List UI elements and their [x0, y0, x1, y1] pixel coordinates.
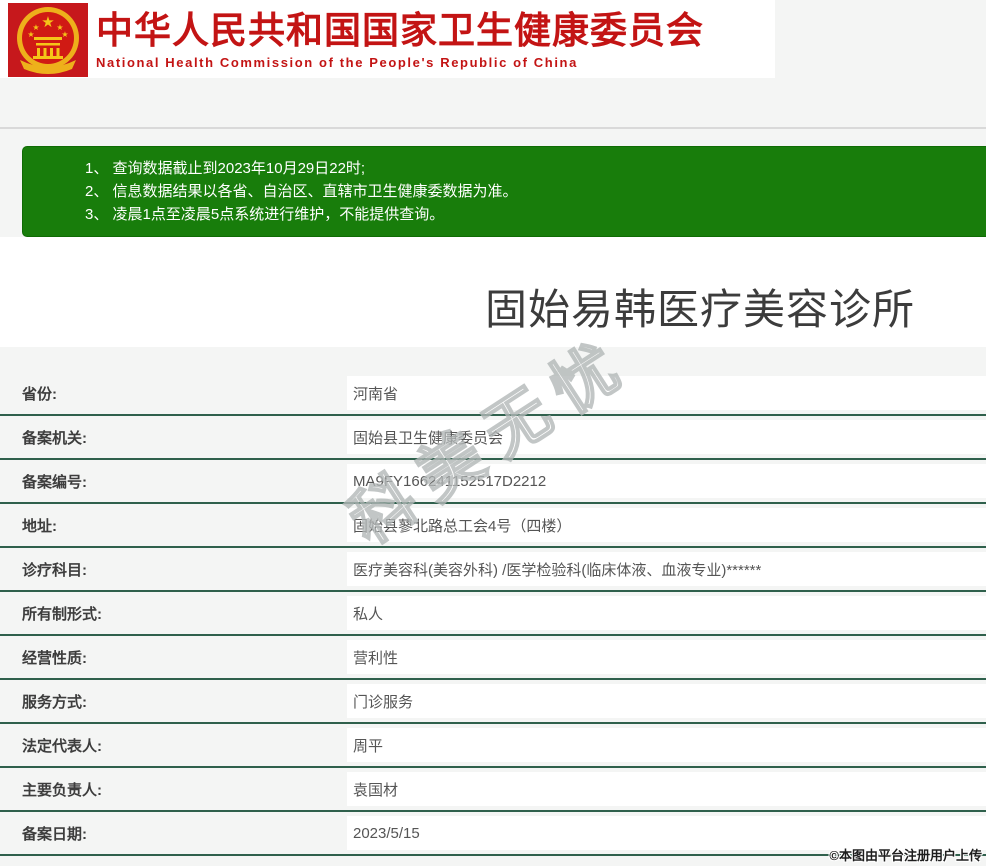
- site-title-cn: 中华人民共和国国家卫生健康委员会: [96, 10, 704, 51]
- header-bar: ★ ★ ★ ★ ★ 中华人民共和国国家卫生健康委员会 National Heal…: [0, 0, 775, 78]
- field-value: 营利性: [347, 640, 986, 674]
- field-label: 诊疗科目:: [22, 561, 87, 579]
- table-row: 省份: 河南省: [0, 372, 986, 416]
- china-national-emblem-icon: ★ ★ ★ ★ ★: [8, 3, 88, 77]
- header-divider: [0, 127, 986, 129]
- svg-text:★: ★: [41, 14, 54, 31]
- site-title-en: National Health Commission of the People…: [96, 55, 578, 70]
- record-title: 固始易韩医疗美容诊所: [484, 286, 915, 333]
- notice-box: 1、 查询数据截止到2023年10月29日22时; 2、 信息数据结果以各省、自…: [22, 146, 986, 237]
- field-value-cell: MA9FY166241152517D2212: [347, 460, 986, 502]
- field-value: 河南省: [347, 376, 986, 410]
- record-table: 省份: 河南省备案机关: 固始县卫生健康委员会备案编号: MA9FY166241152…: [0, 347, 986, 866]
- field-value-cell: 周平: [347, 724, 986, 766]
- notice-line-2: 2、 信息数据结果以各省、自治区、直辖市卫生健康委数据为准。: [85, 183, 518, 200]
- table-row: 主要负责人: 袁国材: [0, 768, 986, 812]
- field-value-cell: 河南省: [347, 372, 986, 414]
- field-value-cell: 袁国材: [347, 768, 986, 810]
- field-label: 省份:: [22, 385, 57, 403]
- table-row: 经营性质: 营利性: [0, 636, 986, 680]
- field-label: 经营性质:: [22, 649, 87, 667]
- table-row: 法定代表人: 周平: [0, 724, 986, 768]
- field-value-cell: 医疗美容科(美容外科) /医学检验科(临床体液、血液专业)******: [347, 548, 986, 590]
- header-titles: 中华人民共和国国家卫生健康委员会 National Health Commiss…: [96, 8, 704, 70]
- field-value: 门诊服务: [347, 684, 986, 718]
- field-label: 备案编号:: [22, 473, 87, 491]
- table-row: 备案编号: MA9FY166241152517D2212: [0, 460, 986, 504]
- table-row: 备案机关: 固始县卫生健康委员会: [0, 416, 986, 460]
- table-row: 地址: 固始县蓼北路总工会4号（四楼）: [0, 504, 986, 548]
- field-label: 所有制形式:: [22, 605, 102, 623]
- svg-text:★: ★: [61, 30, 68, 39]
- field-label: 法定代表人:: [22, 737, 102, 755]
- field-value-cell: 私人: [347, 592, 986, 634]
- field-value-cell: 门诊服务: [347, 680, 986, 722]
- field-label: 备案机关:: [22, 429, 87, 447]
- field-value: 私人: [347, 596, 986, 630]
- field-label: 备案日期:: [22, 825, 87, 843]
- field-value: 固始县蓼北路总工会4号（四楼）: [347, 508, 986, 542]
- field-label: 主要负责人:: [22, 781, 102, 799]
- table-row: 服务方式: 门诊服务: [0, 680, 986, 724]
- field-value: 袁国材: [347, 772, 986, 806]
- field-value-cell: 固始县蓼北路总工会4号（四楼）: [347, 504, 986, 546]
- field-value: 固始县卫生健康委员会: [347, 420, 986, 454]
- notice-line-1: 1、 查询数据截止到2023年10月29日22时;: [85, 160, 366, 177]
- svg-text:★: ★: [27, 30, 34, 39]
- field-label: 地址:: [22, 517, 57, 535]
- field-value: MA9FY166241152517D2212: [347, 464, 986, 498]
- table-row: 所有制形式: 私人: [0, 592, 986, 636]
- notice-line-3: 3、 凌晨1点至凌晨5点系统进行维护，不能提供查询。: [85, 206, 445, 223]
- field-value: 周平: [347, 728, 986, 762]
- table-row: 诊疗科目: 医疗美容科(美容外科) /医学检验科(临床体液、血液专业)******: [0, 548, 986, 592]
- field-value: 医疗美容科(美容外科) /医学检验科(临床体液、血液专业)******: [347, 552, 986, 586]
- field-value-cell: 固始县卫生健康委员会: [347, 416, 986, 458]
- field-value-cell: 营利性: [347, 636, 986, 678]
- copyright-stamp: ©本图由平台注册用户上传: [829, 848, 982, 863]
- field-label: 服务方式:: [22, 693, 87, 711]
